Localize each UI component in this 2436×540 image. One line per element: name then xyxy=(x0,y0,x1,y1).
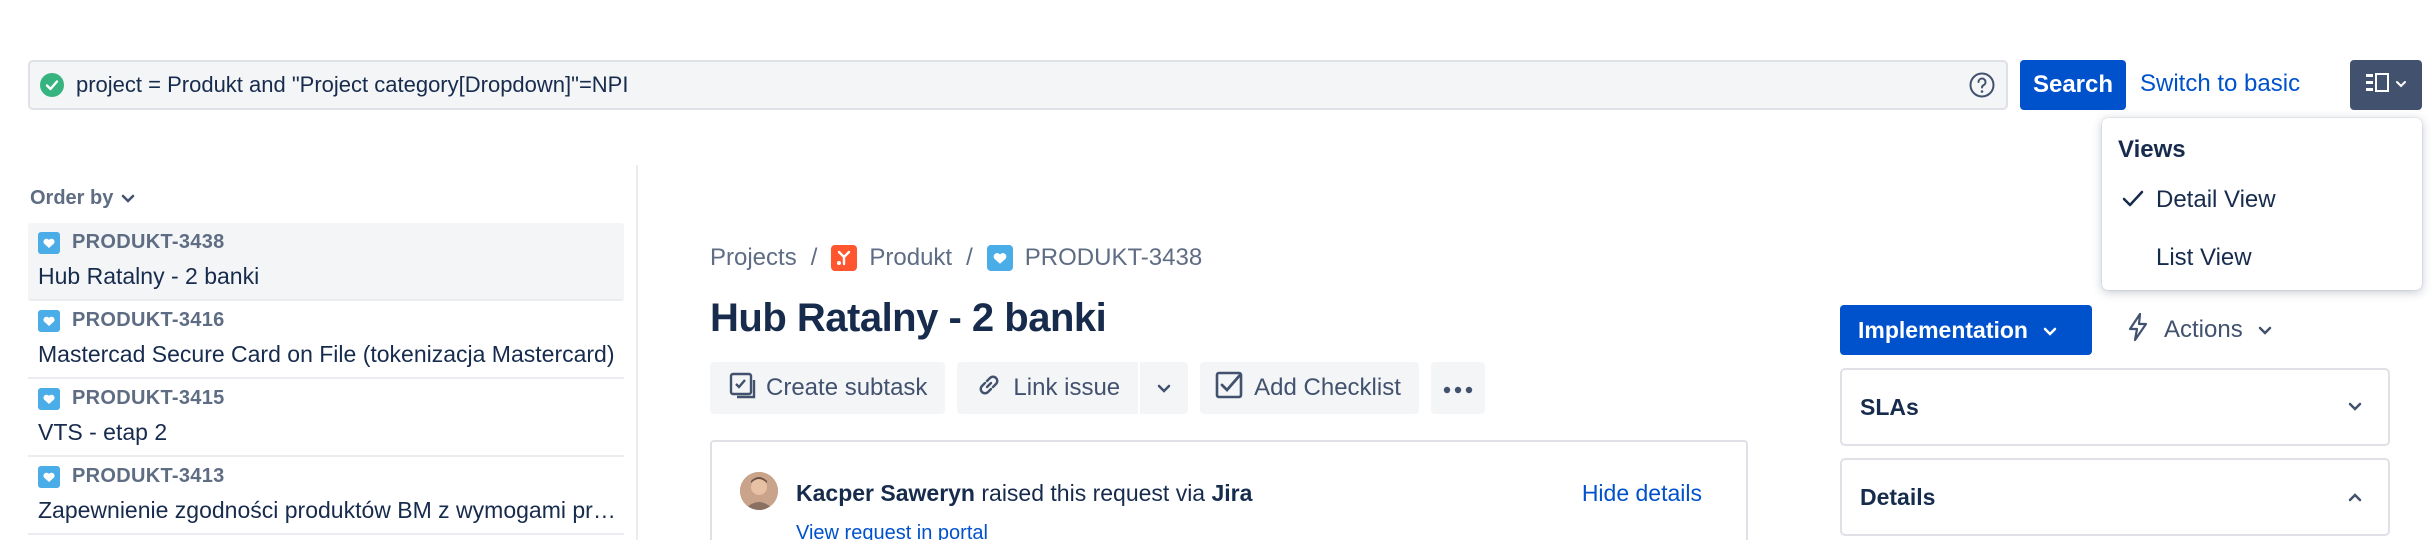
order-by-label: Order by xyxy=(30,187,114,209)
chevron-down-icon xyxy=(2346,400,2364,418)
issue-key: PRODUKT-3415 xyxy=(72,387,225,409)
story-icon xyxy=(38,465,60,488)
panel-title: Details xyxy=(1860,484,1936,510)
issue-summary: Hub Ratalny - 2 banki xyxy=(38,263,260,289)
view-in-portal-link[interactable]: View request in portal xyxy=(796,522,988,540)
list-item[interactable]: PRODUKT-3413 Zapewnienie zgodności produ… xyxy=(28,457,624,535)
menu-item-label: List View xyxy=(2156,244,2252,271)
details-panel[interactable]: Details xyxy=(1840,458,2390,536)
lightning-icon xyxy=(2126,312,2150,349)
issue-title[interactable]: Hub Ratalny - 2 banki xyxy=(710,296,1107,341)
actions-button[interactable]: Actions xyxy=(2126,305,2273,355)
list-item[interactable]: PRODUKT-3438 Hub Ratalny - 2 banki xyxy=(28,223,624,301)
chevron-down-icon xyxy=(1156,374,1172,402)
link-issue-button[interactable]: Link issue xyxy=(957,362,1138,414)
story-icon xyxy=(38,231,60,254)
view-switcher-button[interactable] xyxy=(2350,60,2422,110)
chevron-down-icon xyxy=(2257,316,2273,344)
create-subtask-button[interactable]: Create subtask xyxy=(710,362,946,414)
more-actions-button[interactable] xyxy=(1430,362,1485,414)
issue-summary: VTS - etap 2 xyxy=(38,419,168,445)
issue-summary: Zapewnienie zgodności produktów BM z wym… xyxy=(38,497,618,523)
issue-toolbar: Create subtask Link issue Add Checklist xyxy=(710,362,1485,414)
link-icon xyxy=(975,371,1003,406)
checkmark-icon xyxy=(2122,188,2144,216)
issue-summary: Mastercad Secure Card on File (tokenizac… xyxy=(38,341,615,367)
menu-item-label: Detail View xyxy=(2156,186,2276,213)
breadcrumb-projects[interactable]: Projects xyxy=(710,244,797,272)
help-icon[interactable] xyxy=(1968,71,1996,99)
jql-search-field[interactable]: project = Produkt and "Project category[… xyxy=(28,60,2008,110)
slas-panel[interactable]: SLAs xyxy=(1840,368,2390,446)
avatar xyxy=(740,472,778,510)
jql-query-text[interactable]: project = Produkt and "Project category[… xyxy=(76,72,1968,98)
detail-view-icon xyxy=(2365,72,2389,99)
views-dropdown-menu: Views Detail View List View xyxy=(2102,118,2422,290)
valid-query-icon xyxy=(40,73,64,97)
order-by-button[interactable]: Order by xyxy=(30,187,135,210)
subtask-icon xyxy=(728,371,756,406)
actions-label: Actions xyxy=(2164,316,2243,343)
add-checklist-label: Add Checklist xyxy=(1254,374,1401,401)
breadcrumb: Projects / Produkt / PRODUKT-3438 xyxy=(710,244,1203,272)
panel-title: SLAs xyxy=(1860,394,1919,420)
more-icon xyxy=(1443,374,1473,402)
story-icon xyxy=(38,309,60,332)
search-button[interactable]: Search xyxy=(2020,60,2126,110)
link-issue-more-button[interactable] xyxy=(1140,362,1188,414)
raised-via-text: raised this request via xyxy=(981,480,1206,506)
add-checklist-button[interactable]: Add Checklist xyxy=(1200,362,1419,414)
project-avatar-icon xyxy=(831,245,858,271)
link-issue-label: Link issue xyxy=(1013,374,1121,401)
issue-key: PRODUKT-3438 xyxy=(72,231,225,253)
switch-to-basic-link[interactable]: Switch to basic xyxy=(2140,70,2300,98)
status-transition-button[interactable]: Implementation xyxy=(1840,305,2092,355)
request-details-card: Kacper Saweryn raised this request via J… xyxy=(710,440,1748,540)
reporter-name[interactable]: Kacper Saweryn xyxy=(796,480,975,506)
chevron-down-icon xyxy=(2395,76,2407,94)
request-channel: Jira xyxy=(1211,480,1253,506)
menu-item-list-view[interactable]: List View xyxy=(2102,230,2422,286)
checklist-icon xyxy=(1214,370,1244,407)
story-icon xyxy=(986,245,1013,271)
list-item[interactable]: PRODUKT-3416 Mastercad Secure Card on Fi… xyxy=(28,301,624,379)
views-menu-title: Views xyxy=(2118,136,2186,163)
create-subtask-label: Create subtask xyxy=(766,374,928,401)
breadcrumb-issue-key[interactable]: PRODUKT-3438 xyxy=(1025,244,1202,272)
issue-list-panel: Order by PRODUKT-3438 Hub Ratalny - 2 ba… xyxy=(0,165,638,540)
menu-item-detail-view[interactable]: Detail View xyxy=(2102,172,2422,228)
issue-key: PRODUKT-3413 xyxy=(72,465,225,487)
story-icon xyxy=(38,387,60,410)
reporter-line: Kacper Saweryn raised this request via J… xyxy=(796,480,1252,507)
chevron-up-icon xyxy=(2346,490,2364,508)
issue-key: PRODUKT-3416 xyxy=(72,309,225,331)
chevron-down-icon xyxy=(2042,317,2058,344)
list-item[interactable]: PRODUKT-3415 VTS - etap 2 xyxy=(28,379,624,457)
link-issue-split-button: Link issue xyxy=(957,362,1189,414)
chevron-down-icon xyxy=(121,187,135,210)
status-label: Implementation xyxy=(1858,316,2028,343)
breadcrumb-project[interactable]: Produkt xyxy=(869,244,952,272)
hide-details-link[interactable]: Hide details xyxy=(1582,480,1702,507)
